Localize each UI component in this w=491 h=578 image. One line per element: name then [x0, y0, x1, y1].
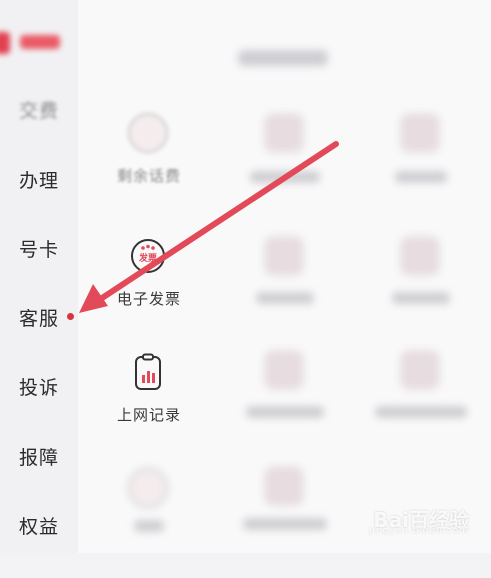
baidu-watermark: Bai百经验 jingyan.baidu.com: [368, 508, 469, 536]
pointer-arrow: [79, 141, 339, 313]
